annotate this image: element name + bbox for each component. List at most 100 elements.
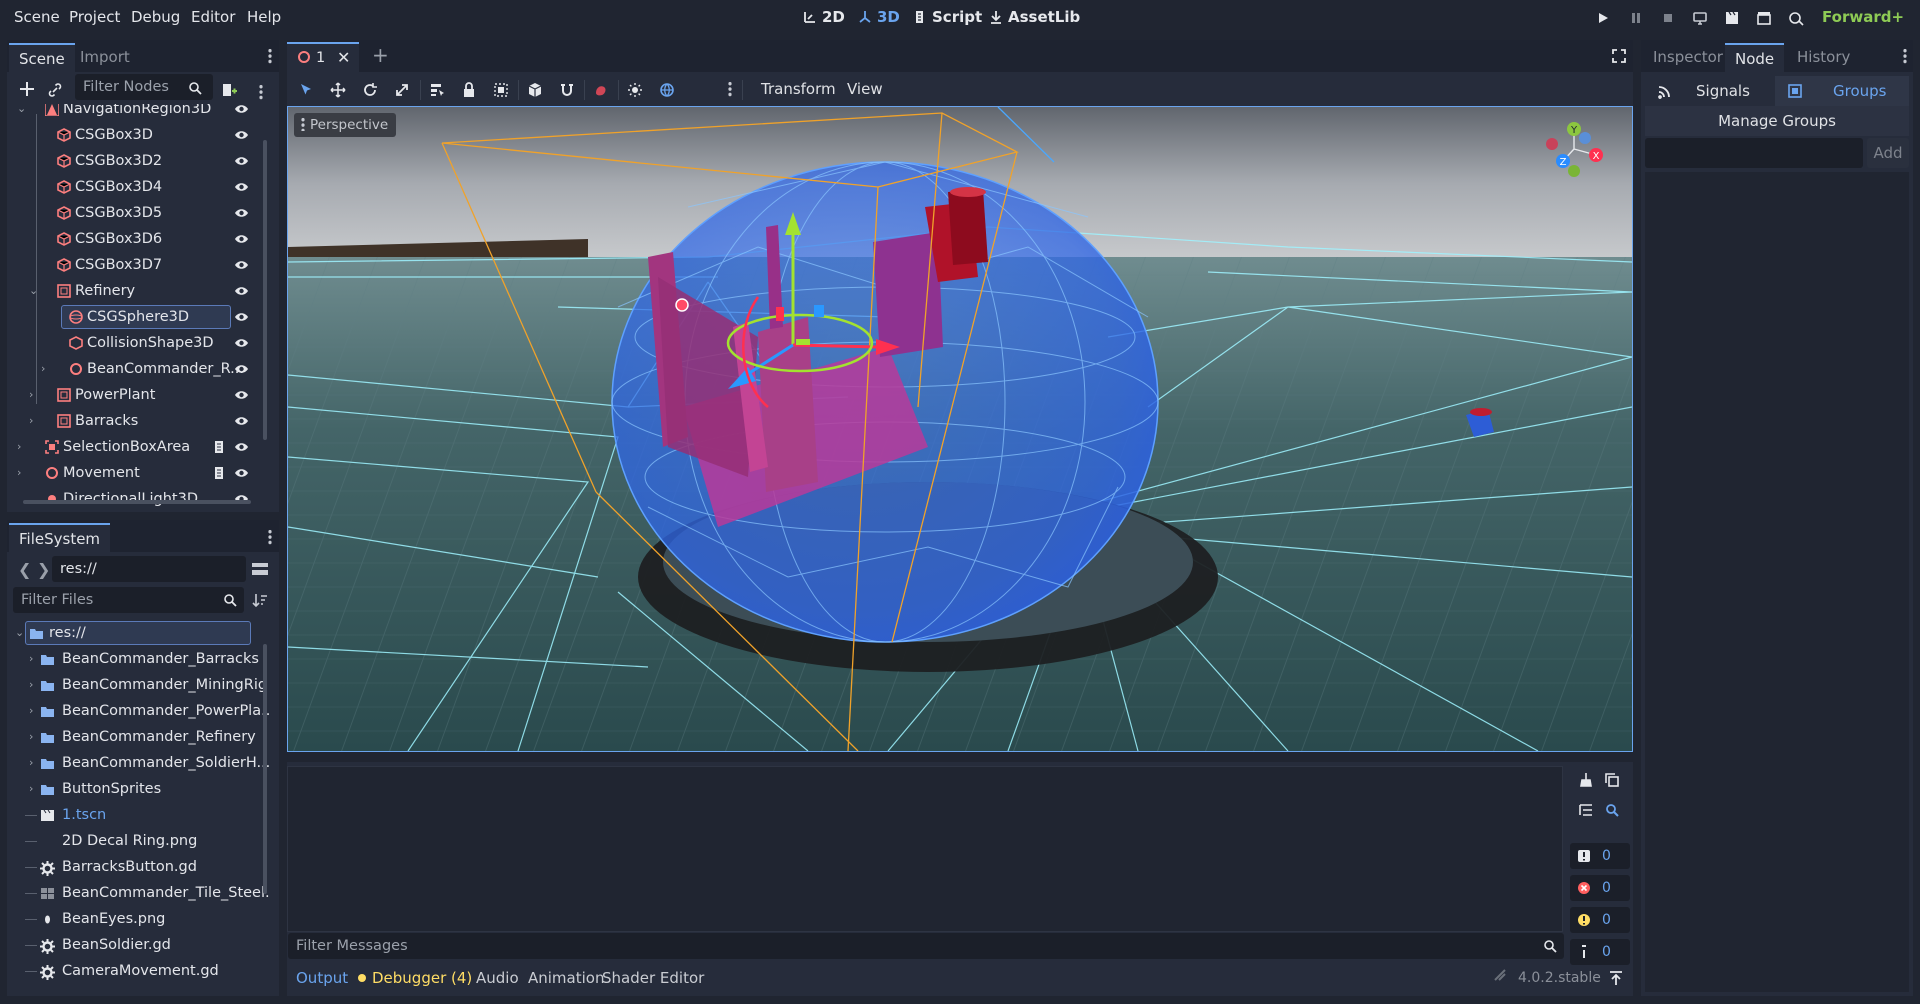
filesystem-path-input[interactable]: res:// — [52, 556, 246, 582]
sort-icon[interactable] — [252, 592, 268, 608]
scene-node-csgbox3d6[interactable]: CSGBox3D6 — [7, 226, 269, 252]
perspective-menu[interactable]: Perspective — [294, 113, 397, 137]
visibility-eye-icon[interactable] — [234, 259, 249, 271]
visibility-eye-icon[interactable] — [234, 129, 249, 141]
scene-node-collisionshape3d[interactable]: CollisionShape3D — [7, 330, 269, 356]
bottom-tab-animation[interactable]: Animation — [528, 957, 604, 999]
bottom-tab-output[interactable]: Output — [296, 957, 348, 999]
manage-groups-button[interactable]: Manage Groups — [1645, 106, 1909, 136]
expand-arrow-icon[interactable]: › — [29, 408, 33, 434]
gizmo-neg-z[interactable] — [1579, 132, 1591, 144]
tab-import[interactable]: Import — [70, 43, 140, 72]
remote-debug-button[interactable] — [1689, 7, 1711, 29]
attach-script-button[interactable] — [220, 81, 238, 99]
groups-tab-button[interactable]: Groups — [1775, 76, 1909, 106]
scale-mode-button[interactable] — [392, 80, 412, 100]
file-item[interactable]: 1.tscn — [7, 802, 269, 828]
renderer-selector[interactable]: Forward+ — [1822, 0, 1904, 35]
signals-tab-button[interactable]: Signals — [1645, 76, 1775, 106]
filter-files-input[interactable]: Filter Files — [13, 587, 244, 613]
copy-output-button[interactable] — [1602, 770, 1622, 790]
distraction-free-icon[interactable] — [1611, 48, 1627, 64]
toggle-split-button[interactable] — [251, 560, 269, 578]
select-mode-button[interactable] — [296, 80, 316, 100]
warning-count-toggle[interactable]: 0 — [1570, 907, 1630, 933]
back-icon[interactable]: ❮ — [18, 560, 31, 579]
collapse-arrow-icon[interactable]: ⌄ — [15, 620, 24, 646]
scene-node-beancommander-r[interactable]: › BeanCommander_R... — [7, 356, 269, 382]
movie-maker-button[interactable] — [1785, 7, 1807, 29]
file-item[interactable]: BeanCommander_Tile_Steel... — [7, 880, 269, 906]
visibility-eye-icon[interactable] — [234, 415, 249, 427]
workspace-2d-button[interactable]: 2D — [802, 2, 845, 32]
environment-menu-icon[interactable] — [728, 81, 732, 97]
expand-arrow-icon[interactable]: › — [29, 382, 33, 408]
lock-button[interactable] — [459, 80, 479, 100]
file-item[interactable]: BeanSoldier.gd — [7, 932, 269, 958]
folder-item[interactable]: › BeanCommander_PowerPla... — [7, 698, 269, 724]
workspace-script-button[interactable]: Script — [912, 2, 982, 32]
run-project-button[interactable] — [1592, 7, 1614, 29]
expand-arrow-icon[interactable]: › — [29, 646, 33, 672]
clear-output-button[interactable] — [1576, 770, 1596, 790]
tab-inspector[interactable]: Inspector — [1643, 43, 1733, 72]
workspace-assetlib-button[interactable]: AssetLib — [988, 2, 1080, 32]
close-tab-icon[interactable]: ✕ — [337, 48, 350, 67]
visibility-eye-icon[interactable] — [234, 467, 249, 479]
view-menu[interactable]: View — [847, 72, 883, 106]
menu-project[interactable]: Project — [69, 0, 120, 35]
script-icon[interactable] — [213, 440, 225, 454]
visibility-eye-icon[interactable] — [234, 104, 249, 115]
collapse-duplicates-button[interactable] — [1576, 800, 1596, 820]
new-scene-tab-icon[interactable]: + — [372, 43, 389, 67]
list-select-button[interactable] — [427, 80, 447, 100]
stop-button[interactable] — [1657, 7, 1679, 29]
orientation-gizmo[interactable]: Y X Z — [1534, 117, 1614, 181]
folder-item[interactable]: › ButtonSprites — [7, 776, 269, 802]
tab-history[interactable]: History — [1787, 43, 1860, 72]
rotate-mode-button[interactable] — [360, 80, 380, 100]
message-count-toggle[interactable]: 0 — [1570, 843, 1630, 869]
error-count-toggle[interactable]: 0 — [1570, 875, 1630, 901]
add-node-button[interactable] — [18, 80, 38, 100]
workspace-3d-button[interactable]: 3D — [857, 2, 900, 32]
run-specific-scene-button[interactable] — [1753, 7, 1775, 29]
move-mode-button[interactable] — [328, 80, 348, 100]
visibility-eye-icon[interactable] — [234, 337, 249, 349]
origin-handle[interactable] — [675, 298, 689, 312]
bottom-tab-debugger-4[interactable]: Debugger (4) — [358, 957, 472, 999]
file-item[interactable]: BarracksButton.gd — [7, 854, 269, 880]
snap-button[interactable] — [557, 80, 577, 100]
scene-tree-hscrollbar[interactable] — [23, 500, 251, 504]
menu-help[interactable]: Help — [247, 0, 281, 35]
toggle-search-button[interactable] — [1602, 800, 1622, 820]
file-item[interactable]: CameraMovement.gd — [7, 958, 269, 984]
instance-scene-button[interactable] — [47, 82, 65, 100]
right-dock-menu-icon[interactable] — [1903, 48, 1907, 64]
expand-arrow-icon[interactable]: › — [29, 698, 33, 724]
expand-arrow-icon[interactable]: › — [29, 750, 33, 776]
bottom-tab-audio[interactable]: Audio — [476, 957, 519, 999]
scene-tree-menu-icon[interactable] — [259, 84, 263, 100]
group-name-input[interactable] — [1645, 138, 1863, 168]
gizmo-neg-y[interactable] — [1568, 165, 1580, 177]
scene-node-csgbox3d5[interactable]: CSGBox3D5 — [7, 200, 269, 226]
expand-arrow-icon[interactable]: › — [29, 672, 33, 698]
gizmo-neg-x[interactable] — [1546, 138, 1558, 150]
bake-navmesh-button[interactable] — [591, 80, 611, 100]
scene-dock-menu-icon[interactable] — [268, 48, 272, 64]
scene-node-barracks[interactable]: › Barracks — [7, 408, 269, 434]
filesystem-menu-icon[interactable] — [268, 529, 272, 545]
file-tree-scrollbar[interactable] — [263, 644, 267, 894]
group-button[interactable] — [491, 80, 511, 100]
folder-item[interactable]: › BeanCommander_SoldierH... — [7, 750, 269, 776]
menu-scene[interactable]: Scene — [14, 0, 60, 35]
use-local-space-button[interactable] — [525, 80, 545, 100]
res-root-folder[interactable]: ⌄ res:// — [7, 620, 269, 646]
visibility-eye-icon[interactable] — [234, 155, 249, 167]
3d-viewport[interactable]: Perspective Y X Z — [287, 106, 1633, 752]
expand-bottom-panel-icon[interactable] — [1608, 970, 1624, 986]
expand-arrow-icon[interactable]: › — [29, 724, 33, 750]
visibility-eye-icon[interactable] — [234, 233, 249, 245]
expand-arrow-icon[interactable]: › — [29, 776, 33, 802]
